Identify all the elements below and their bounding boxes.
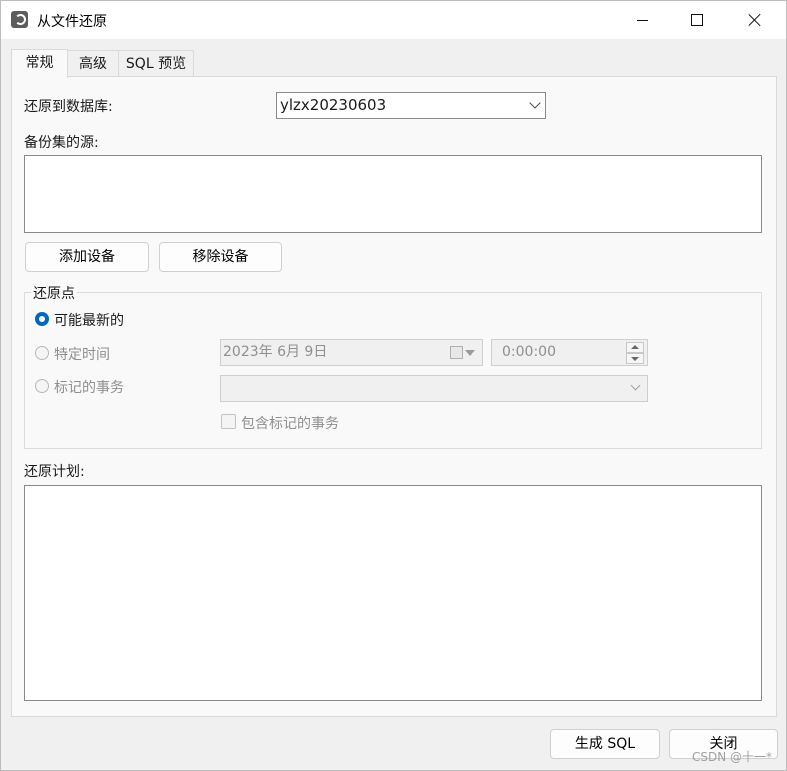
tab-advanced[interactable]: 高级: [66, 50, 120, 77]
restore-point-group: [24, 292, 762, 449]
restore-to-db-select[interactable]: ylzx20230603: [276, 92, 546, 119]
backup-source-list[interactable]: [24, 155, 762, 233]
time-picker[interactable]: 0:00:00: [491, 339, 648, 366]
restore-plan-label: 还原计划:: [24, 464, 85, 480]
include-marked-label[interactable]: 包含标记的事务: [241, 413, 339, 433]
minimize-icon: [636, 19, 648, 21]
backup-source-label: 备份集的源:: [24, 135, 99, 151]
include-marked-checkbox[interactable]: [221, 414, 236, 429]
restore-point-legend: 还原点: [31, 283, 77, 303]
title-bar[interactable]: 从文件还原: [1, 1, 786, 39]
time-value: 0:00:00: [502, 344, 556, 360]
radio-specific-time[interactable]: [35, 346, 49, 360]
restore-to-db-label: 还原到数据库:: [24, 99, 113, 115]
marked-transaction-select[interactable]: [220, 375, 648, 402]
radio-marked-transaction-label[interactable]: 标记的事务: [54, 377, 124, 397]
close-window-button[interactable]: [729, 1, 781, 39]
window-title: 从文件还原: [37, 14, 107, 30]
watermark: CSDN @十一*: [692, 750, 773, 764]
minimize-button[interactable]: [616, 1, 668, 39]
radio-latest-possible[interactable]: [35, 312, 49, 326]
restore-plan-grid[interactable]: [24, 485, 762, 701]
radio-latest-possible-label[interactable]: 可能最新的: [54, 310, 124, 330]
maximize-icon: [691, 14, 703, 26]
date-picker[interactable]: 2023年 6月 9日: [220, 339, 483, 366]
spin-down-button[interactable]: [626, 353, 644, 364]
restore-to-db-value: ylzx20230603: [280, 96, 387, 114]
chevron-down-icon: [529, 97, 541, 109]
radio-marked-transaction[interactable]: [35, 379, 49, 393]
radio-specific-time-label[interactable]: 特定时间: [54, 344, 110, 364]
spin-up-button[interactable]: [626, 342, 644, 353]
dropdown-arrow-icon: [465, 350, 475, 356]
tab-sql-preview[interactable]: SQL 预览: [118, 50, 194, 77]
date-value: 2023年 6月 9日: [223, 344, 328, 360]
remove-device-button[interactable]: 移除设备: [159, 242, 282, 272]
maximize-button[interactable]: [671, 1, 723, 39]
calendar-icon: [450, 346, 463, 359]
restore-from-file-dialog: 从文件还原 常规 高级 SQL 预览 还原到数据库: ylzx20230603 …: [0, 0, 787, 771]
generate-sql-button[interactable]: 生成 SQL: [550, 729, 660, 759]
tab-general[interactable]: 常规: [11, 49, 68, 78]
app-icon: [11, 11, 28, 28]
arrow-up-icon: [631, 345, 639, 349]
add-device-button[interactable]: 添加设备: [25, 242, 149, 272]
chevron-down-icon: [630, 380, 641, 391]
arrow-down-icon: [631, 357, 639, 361]
close-icon: [748, 13, 762, 27]
